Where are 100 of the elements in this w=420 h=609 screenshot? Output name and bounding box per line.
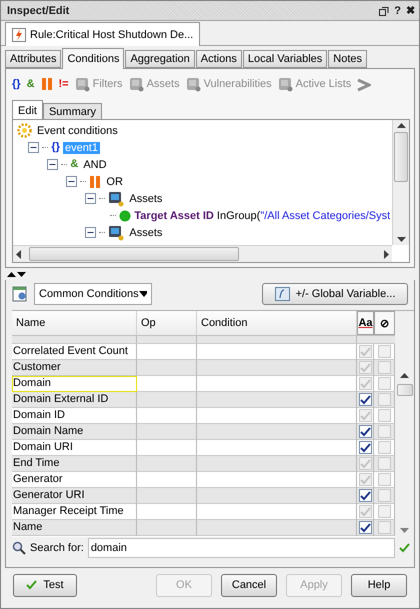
tree-node[interactable]: Assets [127,226,164,238]
checkbox[interactable] [358,489,372,502]
scroll-right-icon[interactable] [384,250,389,258]
splitter-arrows-icon[interactable] [7,270,27,278]
checkbox[interactable] [358,521,372,534]
arrows-icon[interactable] [357,76,372,92]
check-icon [26,580,38,590]
status-dot-icon [119,210,132,222]
tab[interactable]: Notes [328,50,368,68]
search-field[interactable]: domain [88,538,395,558]
braces-icon: {} [51,142,60,153]
dialog-button[interactable]: Cancel [221,574,277,596]
column-header[interactable]: Op [137,311,197,335]
checkbox[interactable] [378,473,390,486]
checkbox[interactable] [358,457,372,470]
operator-button[interactable]: & [26,78,35,90]
table-icon [12,286,28,302]
table-cell[interactable] [137,520,197,536]
check-icon [360,378,370,388]
checkbox[interactable] [378,489,390,502]
checkbox[interactable] [358,441,372,454]
close-button[interactable]: ✖ [406,4,415,17]
collapse-toggle[interactable] [66,176,78,187]
device-icon [186,76,201,92]
check-icon [360,394,370,404]
dialog-button[interactable]: Help [351,574,407,596]
scroll-up-icon[interactable] [400,373,409,378]
column-header[interactable]: ⊘ [374,311,395,335]
checkbox[interactable] [378,441,390,454]
horizontal-scrollbar[interactable] [13,245,392,262]
tab[interactable]: Local Variables [242,50,328,68]
checkbox[interactable] [358,425,372,438]
checkbox[interactable] [358,377,372,390]
check-icon [360,442,370,452]
checkbox[interactable] [378,521,390,534]
gear-icon [17,123,32,138]
device-icon [74,76,90,92]
lightning-icon [12,28,26,42]
collapse-toggle[interactable] [28,142,40,153]
scroll-up-icon[interactable] [396,123,406,128]
operator-button[interactable]: {} [12,78,21,90]
device-icon [278,76,293,92]
function-icon [274,287,290,301]
tab[interactable]: Conditions [62,48,124,69]
document-tab[interactable]: Rule:Critical Host Shutdown De... [5,22,200,46]
collapse-toggle[interactable] [85,193,96,204]
conditions-dropdown[interactable]: Common Conditions [34,283,152,305]
check-icon [360,426,370,436]
computer-icon [108,224,124,240]
computer-icon [108,190,124,206]
tab[interactable]: Aggregation [125,50,195,68]
help-button[interactable]: ? [394,4,401,16]
operator-button[interactable]: != [58,78,69,90]
or-icon [89,174,102,188]
check-icon [360,346,370,356]
collapse-toggle[interactable] [85,227,96,238]
check-icon [360,362,370,372]
check-icon [360,458,370,468]
tab[interactable]: Attributes [5,50,62,68]
checkbox[interactable] [378,505,390,518]
collapse-toggle[interactable] [47,159,58,170]
checkbox[interactable] [378,425,390,438]
table-cell[interactable]: Domain [12,376,137,392]
checkbox[interactable] [358,393,372,406]
scroll-down-icon[interactable] [396,237,406,242]
checkbox[interactable] [378,409,390,422]
dialog-button[interactable]: Test [13,574,77,596]
checkbox[interactable] [378,361,390,374]
checkbox[interactable] [378,345,390,358]
checkbox[interactable] [378,393,390,406]
vertical-scrollbar[interactable] [392,120,409,245]
tab[interactable]: Actions [196,50,242,68]
tree-node[interactable]: OR [104,176,125,188]
search-label: Search for: [30,542,84,554]
tab[interactable]: Summary [42,103,102,120]
checkbox[interactable] [358,409,372,422]
checkbox[interactable] [378,457,390,470]
checkbox[interactable] [358,473,372,486]
checkbox[interactable] [378,377,390,390]
column-header[interactable]: Aa [357,311,374,335]
tree-node[interactable]: Assets [127,192,164,204]
scroll-thumb[interactable] [29,247,239,261]
ampersand-icon: & [70,159,78,170]
scroll-left-icon[interactable] [16,250,21,258]
check-icon [360,474,370,484]
scroll-thumb[interactable] [394,132,408,182]
tab[interactable]: Edit [12,100,43,120]
checkbox[interactable] [358,505,372,518]
check-icon [360,490,370,500]
column-header[interactable]: Name [12,311,137,335]
check-icon [360,410,370,420]
tree-node[interactable]: Event conditions [35,124,120,136]
condition-text[interactable]: Target Asset ID InGroup("/All Asset Categories/Syst [134,210,390,222]
scroll-thumb[interactable] [396,384,412,396]
checkbox[interactable] [358,345,372,358]
global-variable-button[interactable]: +/- Global Variable... [262,283,408,305]
table-cell[interactable] [197,520,357,536]
restore-icon[interactable] [379,6,390,16]
tree-node[interactable]: AND [81,158,109,170]
checkbox[interactable] [358,361,372,374]
